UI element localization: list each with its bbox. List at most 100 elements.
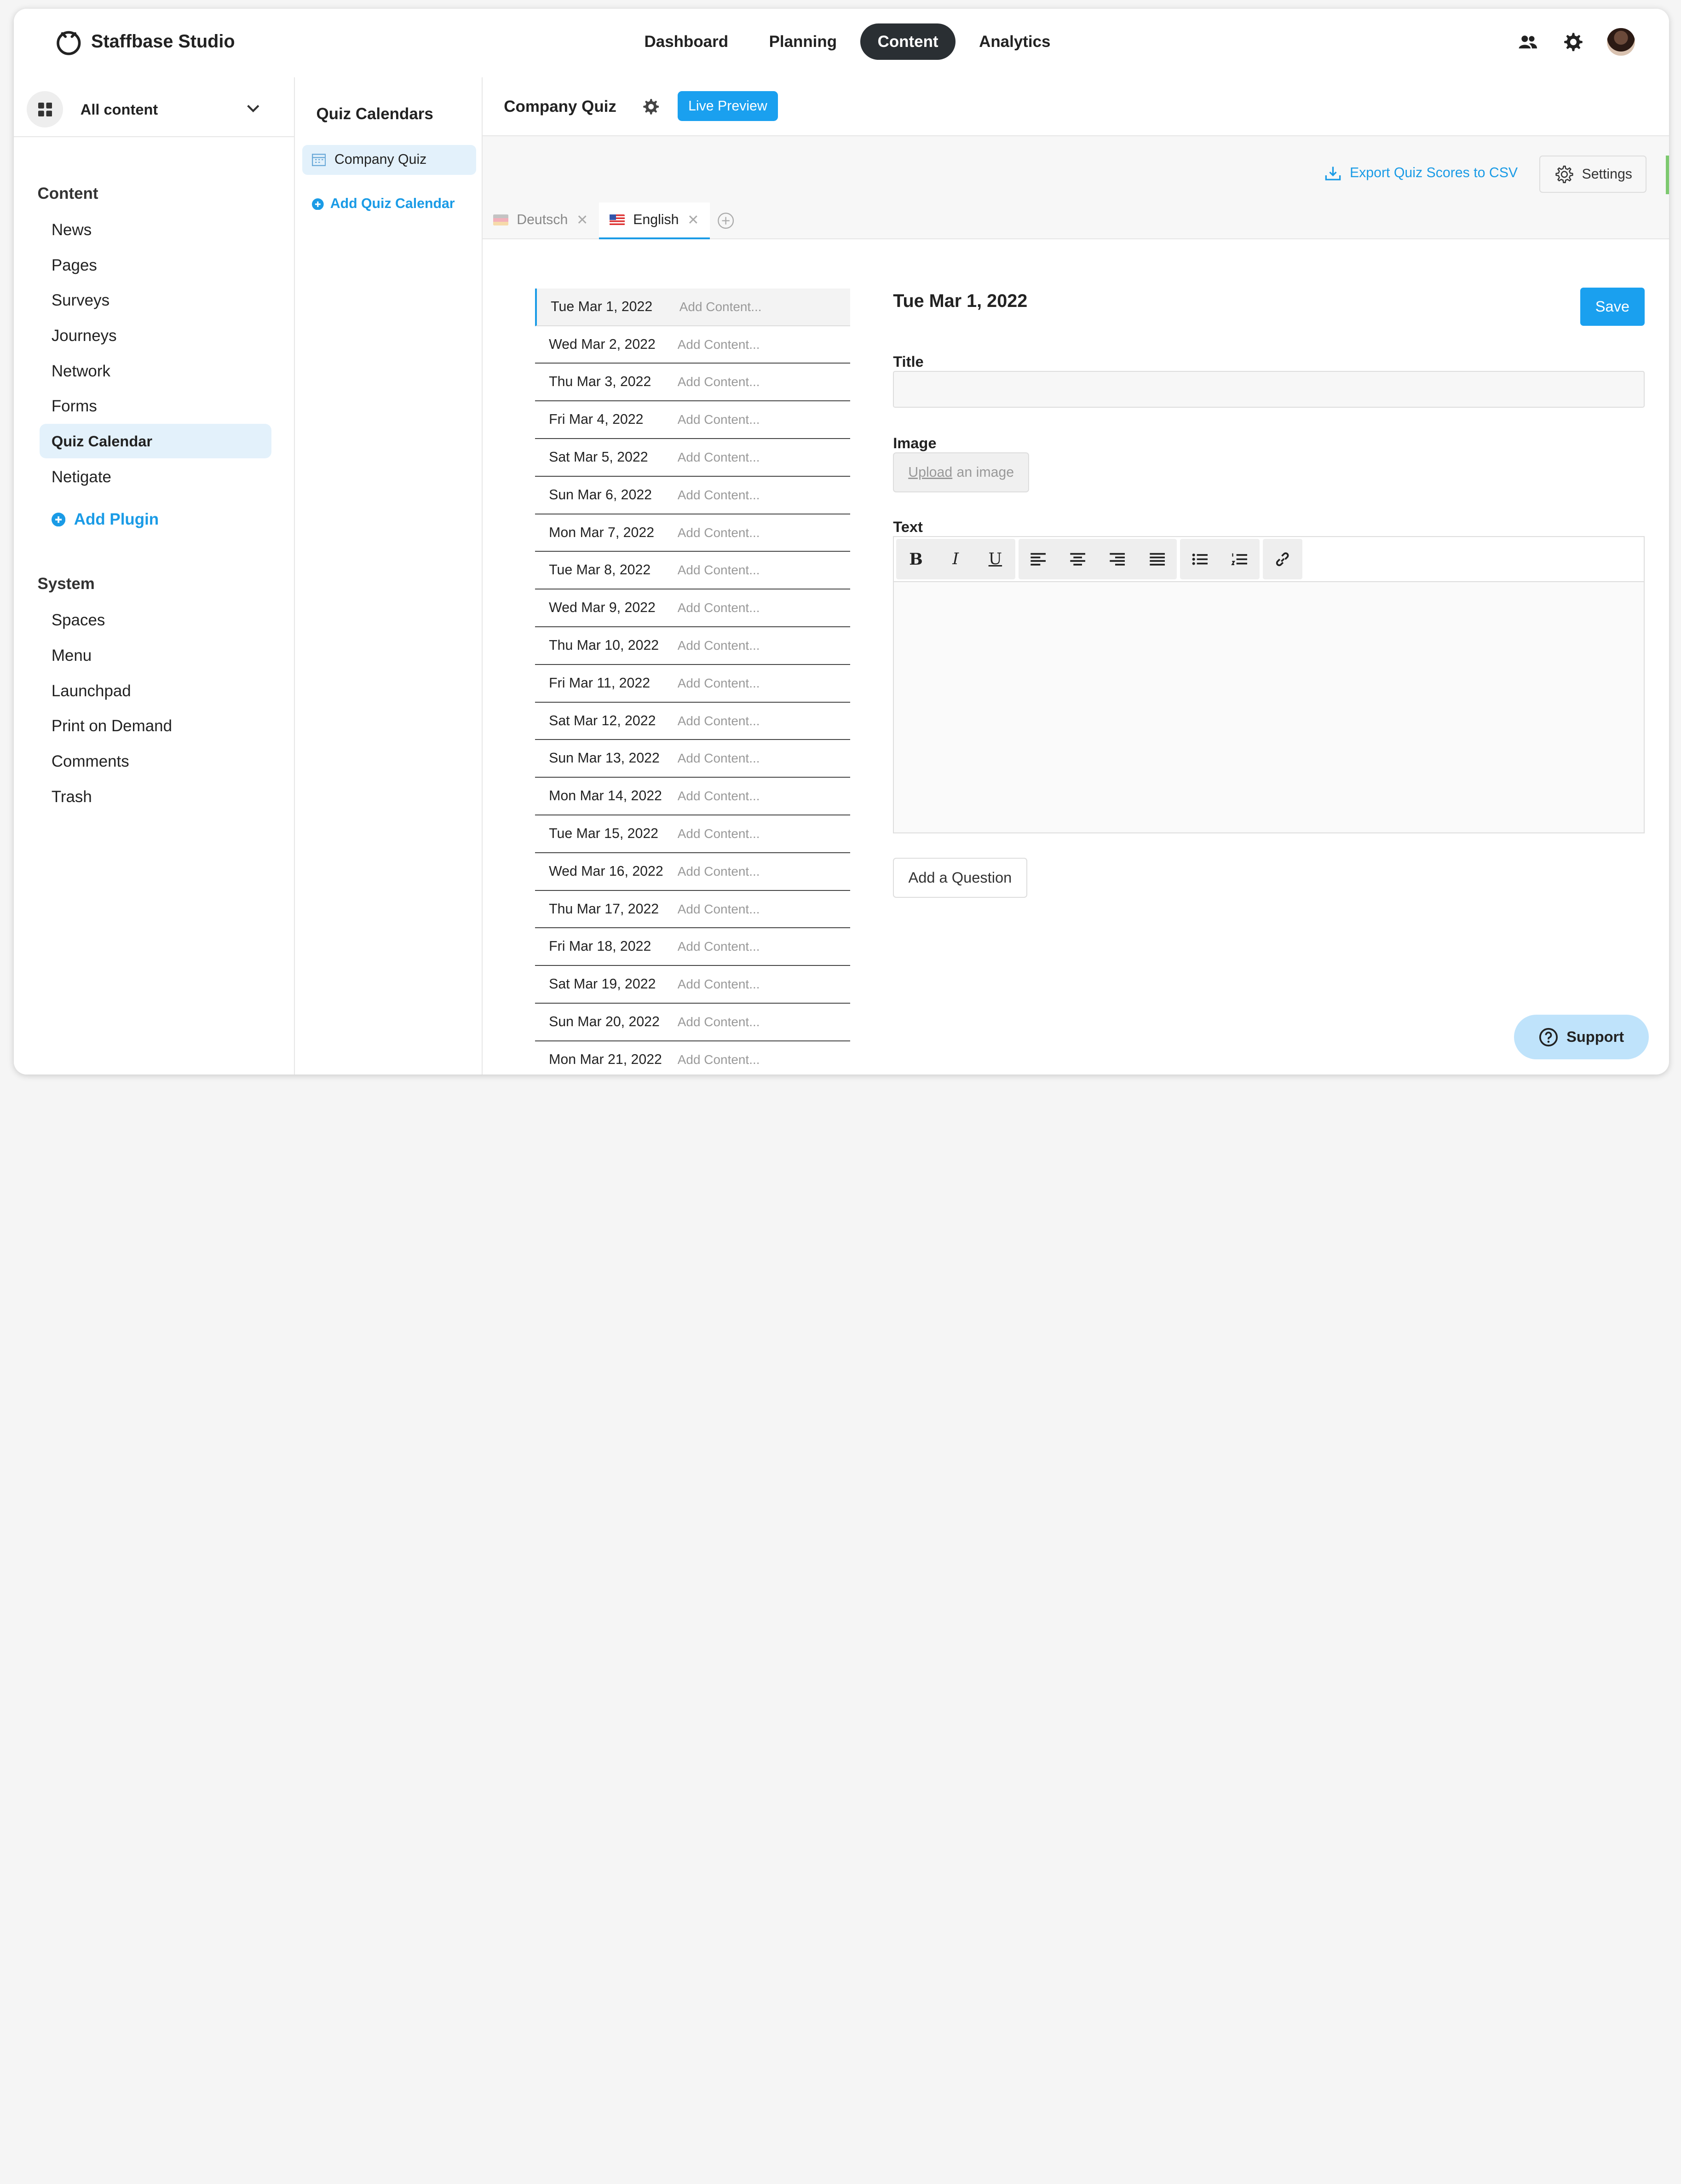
justify-button[interactable] xyxy=(1137,539,1177,580)
date-label: Mon Mar 14, 2022 xyxy=(549,788,662,804)
upload-image-button[interactable]: Upload an image xyxy=(893,452,1030,492)
date-row[interactable]: Thu Mar 17, 2022 Add Content... xyxy=(535,891,850,929)
sidebar-item-forms[interactable]: Forms xyxy=(40,389,271,423)
align-left-button[interactable] xyxy=(1019,539,1058,580)
tab-deutsch[interactable]: Deutsch ✕ xyxy=(483,202,599,239)
date-row[interactable]: Mon Mar 21, 2022 Add Content... xyxy=(535,1041,850,1075)
add-content-link[interactable]: Add Content... xyxy=(678,450,760,465)
date-row[interactable]: Sat Mar 19, 2022 Add Content... xyxy=(535,966,850,1004)
bold-button[interactable]: B xyxy=(896,539,936,580)
date-row[interactable]: Tue Mar 8, 2022 Add Content... xyxy=(535,552,850,590)
add-content-link[interactable]: Add Content... xyxy=(678,977,760,992)
underline-button[interactable]: U xyxy=(975,539,1015,580)
numbered-list-button[interactable] xyxy=(1220,539,1260,580)
date-row[interactable]: Tue Mar 15, 2022 Add Content... xyxy=(535,815,850,853)
logo[interactable]: Staffbase Studio xyxy=(55,28,235,56)
sidebar-item-menu[interactable]: Menu xyxy=(40,638,271,672)
export-csv-link[interactable]: Export Quiz Scores to CSV xyxy=(1325,165,1518,181)
date-row[interactable]: Mon Mar 7, 2022 Add Content... xyxy=(535,514,850,552)
add-content-link[interactable]: Add Content... xyxy=(678,1015,760,1029)
date-row[interactable]: Wed Mar 2, 2022 Add Content... xyxy=(535,326,850,364)
sidebar-item-news[interactable]: News xyxy=(40,212,271,247)
add-question-button[interactable]: Add a Question xyxy=(893,858,1027,898)
sidebar-item-trash[interactable]: Trash xyxy=(40,779,271,814)
add-content-link[interactable]: Add Content... xyxy=(678,864,760,879)
date-row[interactable]: Fri Mar 4, 2022 Add Content... xyxy=(535,401,850,439)
italic-button[interactable]: I xyxy=(936,539,975,580)
align-right-button[interactable] xyxy=(1098,539,1137,580)
nav-tab-dashboard[interactable]: Dashboard xyxy=(627,23,745,60)
user-avatar[interactable] xyxy=(1607,28,1635,56)
nav-tab-analytics[interactable]: Analytics xyxy=(962,23,1068,60)
add-plugin-button[interactable]: Add Plugin xyxy=(51,510,159,529)
tab-label: Deutsch xyxy=(517,212,568,228)
gear-icon[interactable] xyxy=(641,98,660,116)
add-content-link[interactable]: Add Content... xyxy=(678,789,760,803)
bullet-list-button[interactable] xyxy=(1180,539,1220,580)
nav-tab-planning[interactable]: Planning xyxy=(752,23,854,60)
date-label: Sat Mar 5, 2022 xyxy=(549,449,648,465)
add-content-link[interactable]: Add Content... xyxy=(678,412,760,427)
align-center-button[interactable] xyxy=(1058,539,1098,580)
sidebar-item-network[interactable]: Network xyxy=(40,353,271,388)
download-icon xyxy=(1325,166,1341,180)
date-row[interactable]: Sun Mar 20, 2022 Add Content... xyxy=(535,1004,850,1041)
add-content-link[interactable]: Add Content... xyxy=(678,826,760,841)
date-row[interactable]: Fri Mar 18, 2022 Add Content... xyxy=(535,928,850,966)
add-content-link[interactable]: Add Content... xyxy=(678,638,760,653)
add-content-link[interactable]: Add Content... xyxy=(678,375,760,389)
sidebar-item-launchpad[interactable]: Launchpad xyxy=(40,673,271,708)
upload-link[interactable]: Upload xyxy=(908,465,952,480)
sidebar-item-comments[interactable]: Comments xyxy=(40,744,271,778)
date-row[interactable]: Sat Mar 12, 2022 Add Content... xyxy=(535,703,850,740)
date-label: Sun Mar 13, 2022 xyxy=(549,751,660,766)
gear-icon[interactable] xyxy=(1562,31,1583,53)
live-preview-button[interactable]: Live Preview xyxy=(677,91,778,121)
support-button[interactable]: Support xyxy=(1514,1014,1649,1060)
date-row[interactable]: Fri Mar 11, 2022 Add Content... xyxy=(535,665,850,703)
tab-english[interactable]: English ✕ xyxy=(599,202,710,239)
sidebar-item-netigate[interactable]: Netigate xyxy=(40,459,271,494)
date-row[interactable]: Thu Mar 3, 2022 Add Content... xyxy=(535,364,850,402)
people-icon[interactable] xyxy=(1517,31,1539,53)
link-button[interactable] xyxy=(1263,539,1302,580)
sidebar-item-print-on-demand[interactable]: Print on Demand xyxy=(40,709,271,743)
add-content-link[interactable]: Add Content... xyxy=(678,601,760,615)
date-row[interactable]: Thu Mar 10, 2022 Add Content... xyxy=(535,627,850,665)
calendar-item-company-quiz[interactable]: Company Quiz xyxy=(302,144,476,175)
sidebar-item-surveys[interactable]: Surveys xyxy=(40,283,271,318)
add-content-link[interactable]: Add Content... xyxy=(678,676,760,691)
add-quiz-calendar-button[interactable]: Add Quiz Calendar xyxy=(312,196,455,212)
add-content-link[interactable]: Add Content... xyxy=(678,526,760,540)
content-scope-select[interactable]: All content xyxy=(14,77,295,138)
date-row[interactable]: Sun Mar 6, 2022 Add Content... xyxy=(535,477,850,514)
add-content-link[interactable]: Add Content... xyxy=(678,939,760,954)
add-content-link[interactable]: Add Content... xyxy=(678,337,760,352)
title-input[interactable] xyxy=(893,371,1645,408)
date-row[interactable]: Sat Mar 5, 2022 Add Content... xyxy=(535,439,850,477)
date-row[interactable]: Wed Mar 16, 2022 Add Content... xyxy=(535,853,850,891)
add-content-link[interactable]: Add Content... xyxy=(678,751,760,766)
add-content-link[interactable]: Add Content... xyxy=(678,1052,760,1067)
sidebar-item-quiz-calendar[interactable]: Quiz Calendar xyxy=(40,424,271,458)
add-language-button[interactable] xyxy=(710,202,742,239)
nav-tab-content[interactable]: Content xyxy=(860,23,956,60)
close-icon[interactable]: ✕ xyxy=(687,212,699,228)
scope-label: All content xyxy=(80,101,158,118)
main-nav-items: Dashboard Planning Content Analytics xyxy=(627,23,1067,60)
sidebar-item-pages[interactable]: Pages xyxy=(40,248,271,282)
save-button[interactable]: Save xyxy=(1580,287,1645,326)
add-content-link[interactable]: Add Content... xyxy=(678,902,760,917)
date-row[interactable]: Sun Mar 13, 2022 Add Content... xyxy=(535,740,850,778)
sidebar-item-journeys[interactable]: Journeys xyxy=(40,318,271,352)
add-content-link[interactable]: Add Content... xyxy=(678,714,760,728)
add-content-link[interactable]: Add Content... xyxy=(678,488,760,503)
date-row[interactable]: Tue Mar 1, 2022 Add Content... xyxy=(535,288,850,326)
date-row[interactable]: Mon Mar 14, 2022 Add Content... xyxy=(535,778,850,816)
settings-button[interactable]: Settings xyxy=(1539,155,1647,193)
add-content-link[interactable]: Add Content... xyxy=(679,300,762,314)
add-content-link[interactable]: Add Content... xyxy=(678,563,760,578)
date-row[interactable]: Wed Mar 9, 2022 Add Content... xyxy=(535,589,850,628)
sidebar-item-spaces[interactable]: Spaces xyxy=(40,603,271,637)
close-icon[interactable]: ✕ xyxy=(576,212,588,228)
